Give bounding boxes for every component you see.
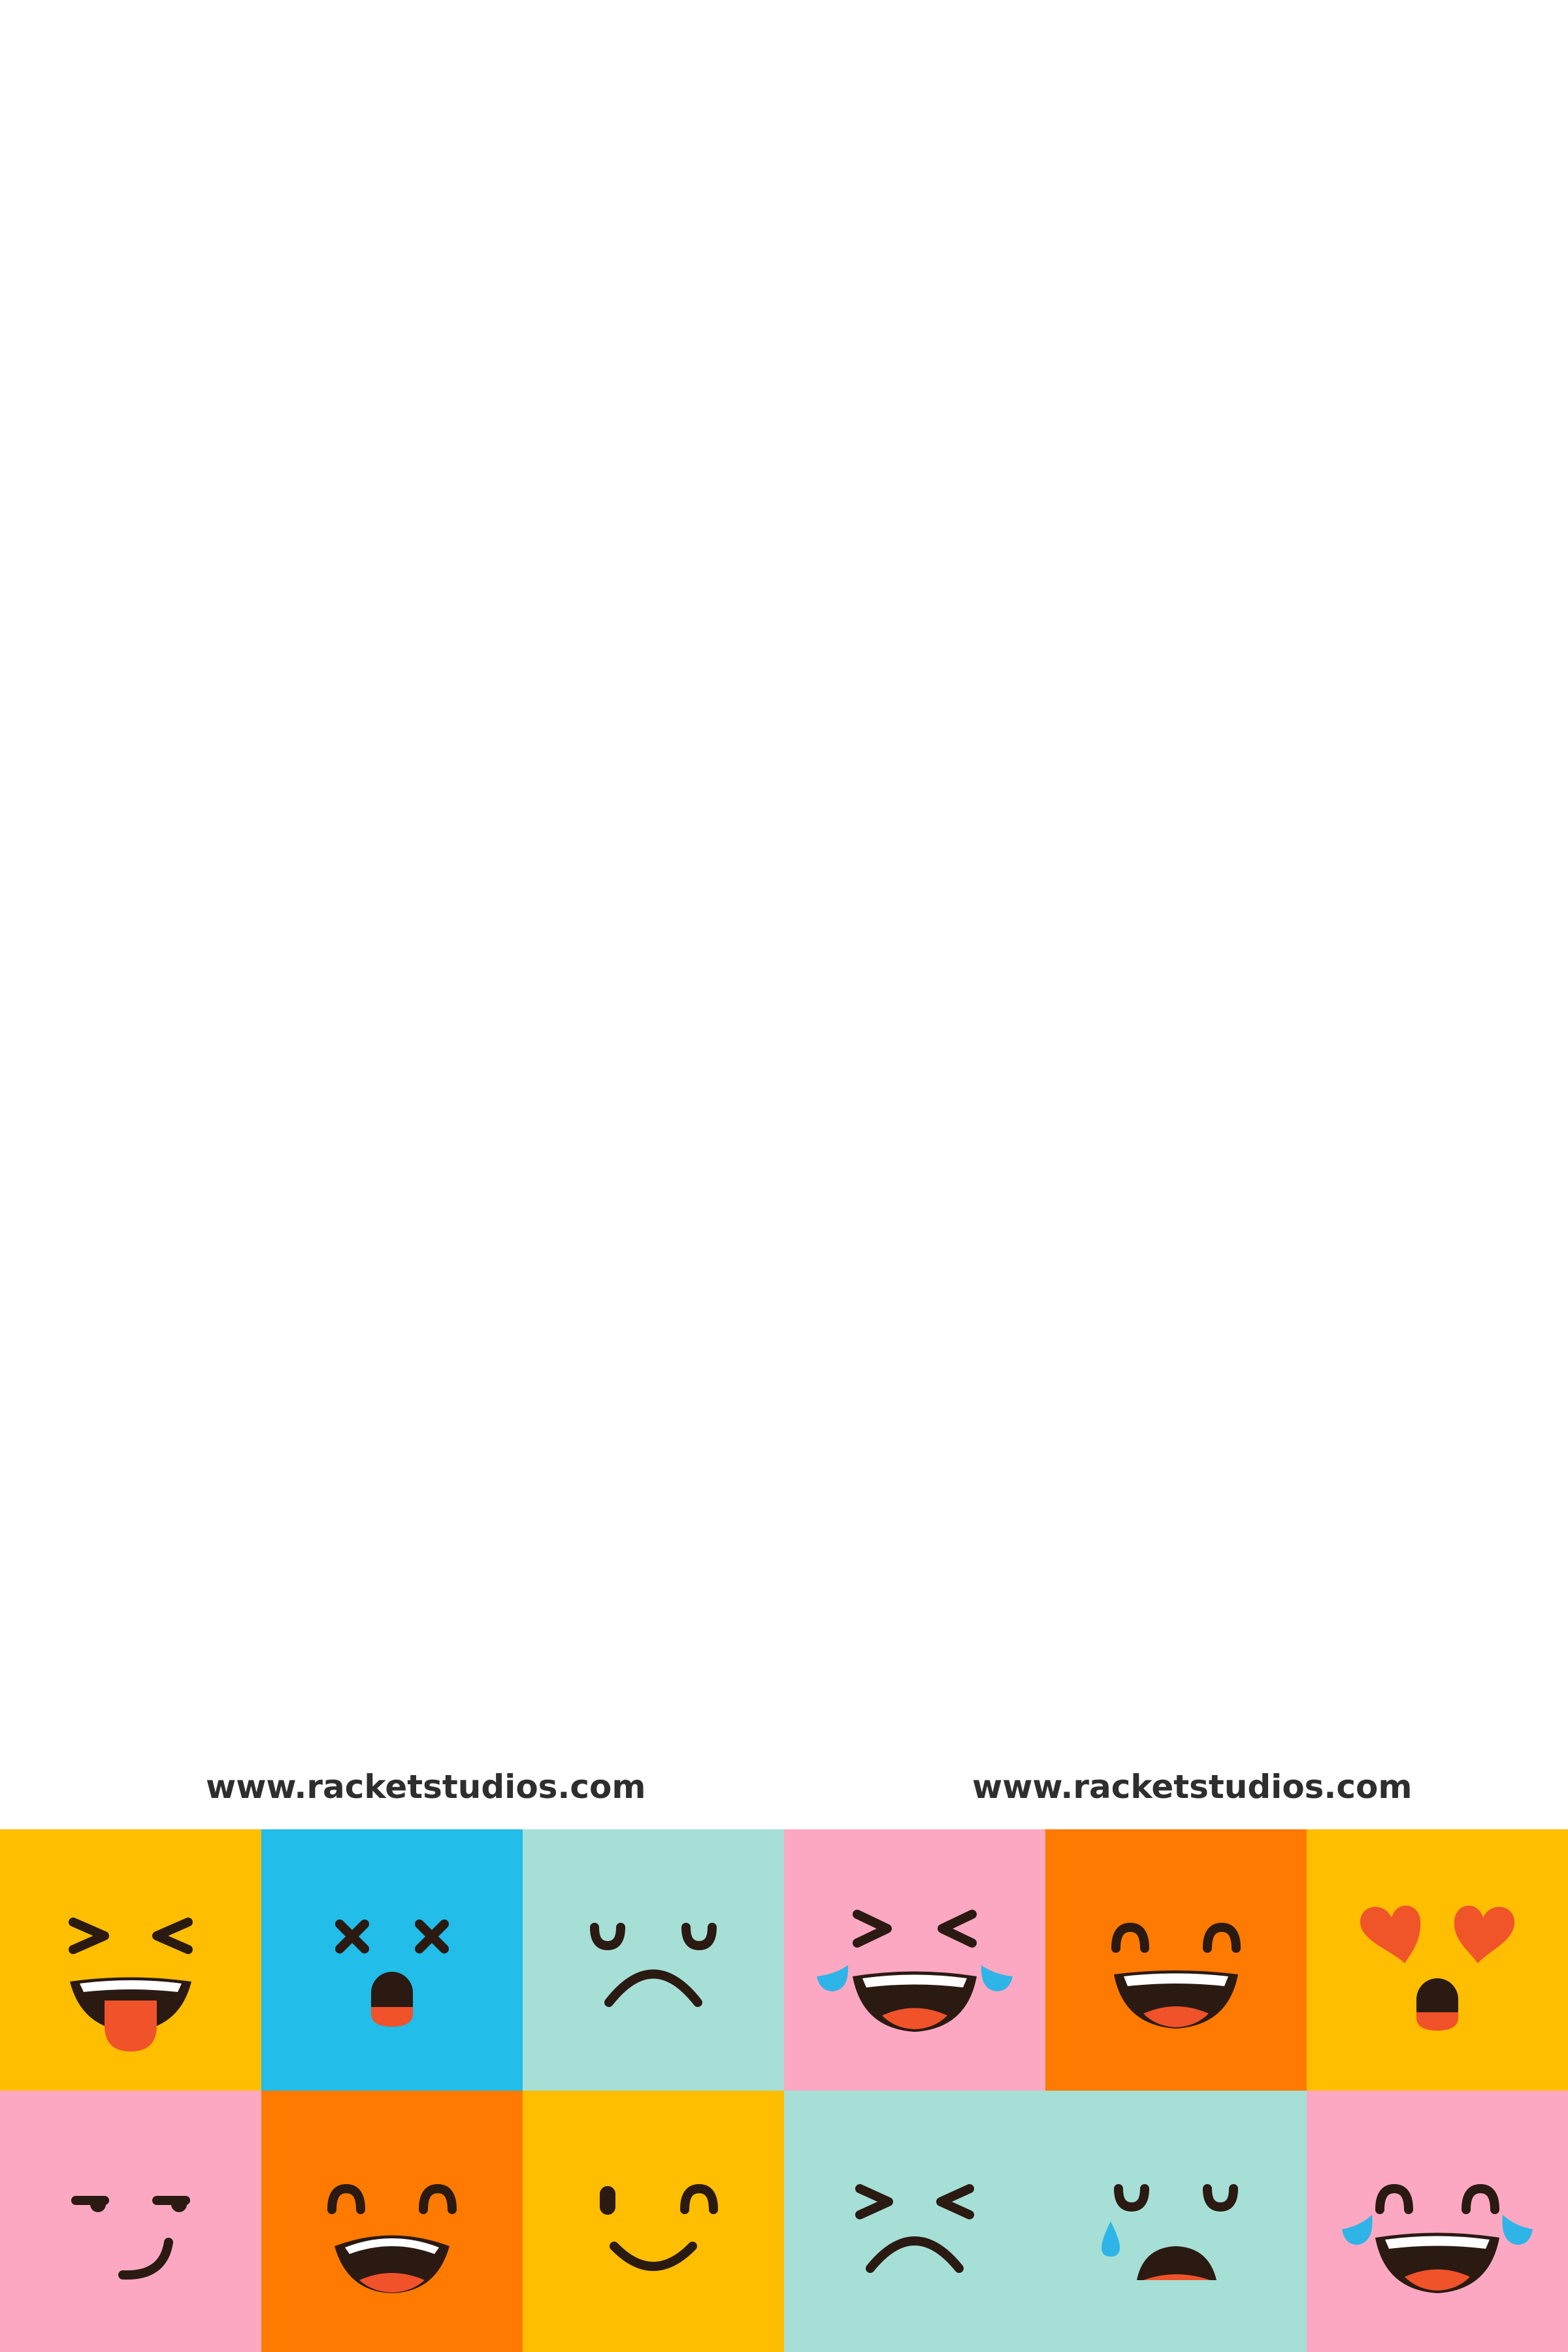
smirk-face-icon (71, 2196, 190, 2280)
tongue-out-squint-face-icon (69, 1918, 193, 2051)
heart-eye-left-icon (1360, 1905, 1421, 1963)
dizzy-face-icon (335, 1919, 449, 2027)
tile-heart-eyes (1307, 1829, 1568, 2091)
tear-drop-icon (1102, 2221, 1120, 2257)
emoji-tile-grid (0, 1829, 1568, 2352)
laughing-face-icon (327, 2184, 457, 2293)
tile-wink-smile (523, 2091, 784, 2352)
tile-sad (523, 1829, 784, 2091)
wink-smile-face-icon (600, 2184, 718, 2271)
frowning-squint-face-icon (855, 2184, 974, 2273)
tile-frowning-squint (784, 2091, 1045, 2352)
heart-eye-right-icon (1454, 1905, 1515, 1963)
tile-laughing (261, 2091, 523, 2352)
happy-tears-face-icon (1342, 2184, 1533, 2293)
tile-smirk (0, 2091, 261, 2352)
blank-frame-area (0, 0, 1568, 1764)
grinning-face-icon (1111, 1923, 1241, 2029)
tile-tongue-out (0, 1829, 261, 2091)
website-url-left: www.racketstudios.com (206, 1768, 646, 1806)
tears-of-joy-face-icon (817, 1910, 1013, 2032)
tile-happy-tears (1307, 2091, 1568, 2352)
tile-tears-of-joy (784, 1829, 1045, 2091)
heart-eyes-face-icon (1360, 1905, 1515, 2031)
website-url-right: www.racketstudios.com (972, 1768, 1413, 1806)
sad-face-icon (590, 1923, 717, 2007)
tile-crying (1045, 2091, 1307, 2352)
tile-grinning (1045, 1829, 1307, 2091)
tile-dizzy (261, 1829, 523, 2091)
crying-face-icon (1102, 2184, 1238, 2280)
